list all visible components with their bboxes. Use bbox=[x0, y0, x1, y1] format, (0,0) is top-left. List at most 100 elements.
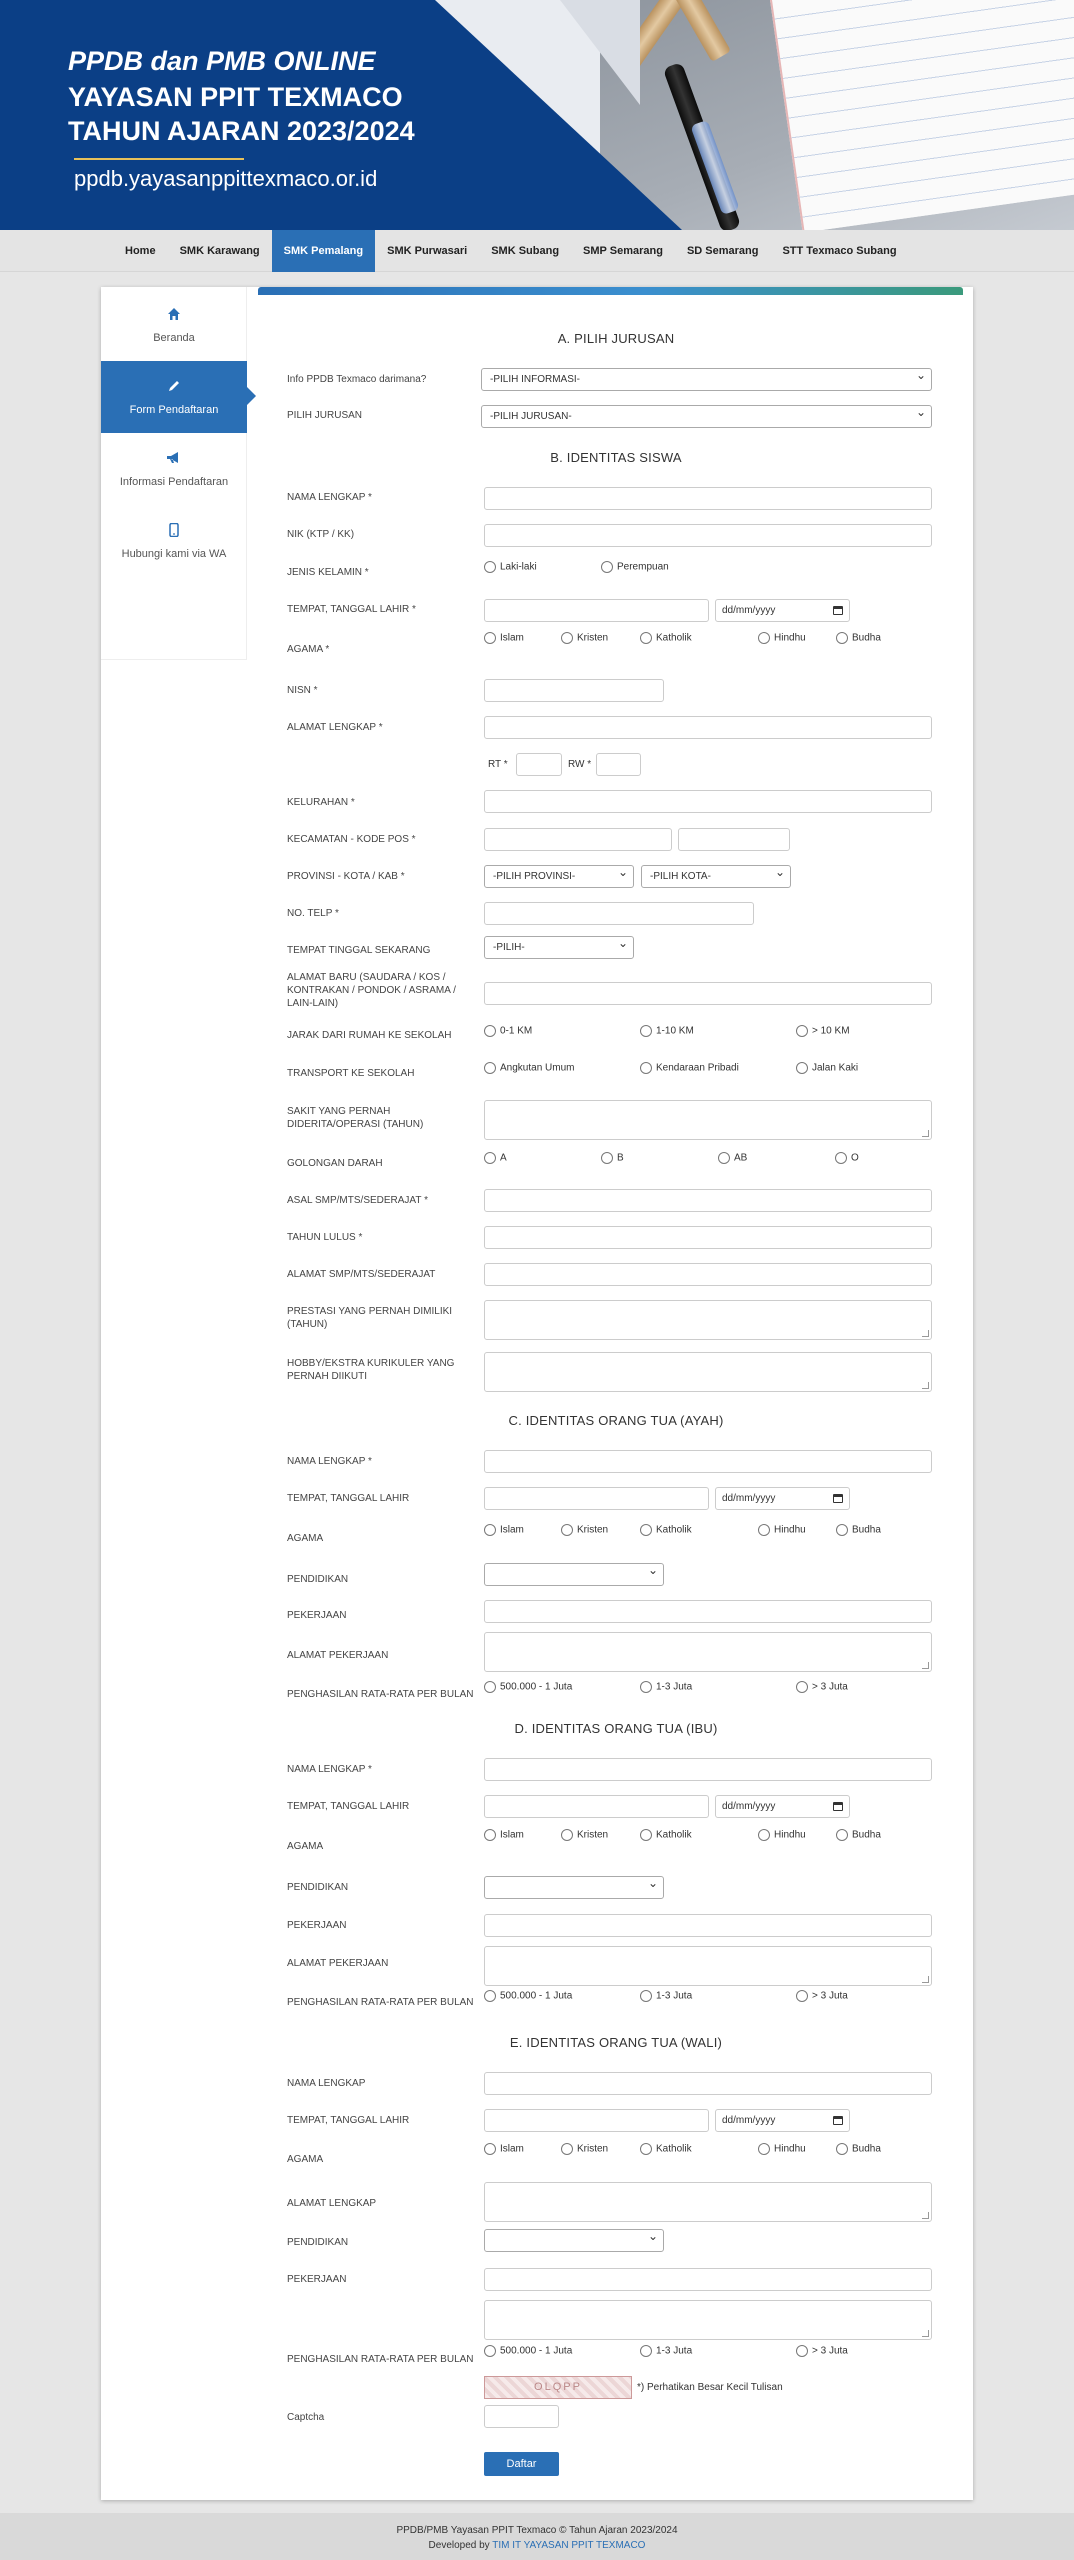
sidebar-item-form-pendaftaran[interactable]: Form Pendaftaran bbox=[101, 361, 256, 433]
select-pendidikan-wali[interactable] bbox=[484, 2226, 664, 2252]
nav-smk-purwasari[interactable]: SMK Purwasari bbox=[375, 230, 479, 272]
radio-agama-ayah-hindhu[interactable]: Hindhu bbox=[758, 1524, 806, 1536]
header-divider bbox=[74, 158, 244, 160]
input-tahun-lulus[interactable] bbox=[484, 1226, 932, 1249]
input-rw[interactable] bbox=[596, 753, 641, 776]
select-info[interactable]: -PILIH INFORMASI- bbox=[481, 365, 932, 391]
input-pekerjaan-wali[interactable] bbox=[484, 2268, 932, 2291]
radio-jarak-0-1[interactable]: 0-1 KM bbox=[484, 1025, 532, 1037]
radio-agama-ibu-budha[interactable]: Budha bbox=[836, 1829, 881, 1841]
textarea-prestasi[interactable] bbox=[484, 1300, 932, 1340]
radio-angkutan-umum[interactable]: Angkutan Umum bbox=[484, 1062, 574, 1074]
textarea-alamat-pekerjaan-ibu[interactable] bbox=[484, 1946, 932, 1986]
radio-jarak-1-10[interactable]: 1-10 KM bbox=[640, 1025, 694, 1037]
textarea-alamat-pekerjaan-ayah[interactable] bbox=[484, 1632, 932, 1672]
input-asal-sekolah[interactable] bbox=[484, 1189, 932, 1212]
radio-laki-laki[interactable]: Laki-laki bbox=[484, 561, 537, 573]
radio-jalan-kaki[interactable]: Jalan Kaki bbox=[796, 1062, 858, 1074]
nav-smk-subang[interactable]: SMK Subang bbox=[479, 230, 571, 272]
radio-penghasilan-ibu-3[interactable]: > 3 Juta bbox=[796, 1990, 848, 2002]
input-kode-pos[interactable] bbox=[678, 828, 790, 851]
textarea-alamat-pekerjaan-wali[interactable] bbox=[484, 2300, 932, 2340]
radio-penghasilan-wali-3[interactable]: > 3 Juta bbox=[796, 2345, 848, 2357]
nav-sd-semarang[interactable]: SD Semarang bbox=[675, 230, 771, 272]
input-tanggal-lahir-wali[interactable]: dd/mm/yyyy bbox=[715, 2109, 850, 2132]
radio-agama-ayah-islam[interactable]: Islam bbox=[484, 1524, 524, 1536]
input-telp[interactable] bbox=[484, 902, 754, 925]
radio-agama-ibu-islam[interactable]: Islam bbox=[484, 1829, 524, 1841]
radio-jarak-10[interactable]: > 10 KM bbox=[796, 1025, 850, 1037]
textarea-alamat-wali[interactable] bbox=[484, 2182, 932, 2222]
sidebar-item-hubungi-wa[interactable]: Hubungi kami via WA bbox=[101, 505, 247, 577]
select-jurusan[interactable]: -PILIH JURUSAN- bbox=[481, 402, 932, 428]
radio-agama-wali-katholik[interactable]: Katholik bbox=[640, 2143, 692, 2155]
input-tempat-lahir-ayah[interactable] bbox=[484, 1487, 709, 1510]
radio-agama-ibu-kristen[interactable]: Kristen bbox=[561, 1829, 608, 1841]
radio-agama-hindhu[interactable]: Hindhu bbox=[758, 632, 806, 644]
textarea-hobby[interactable] bbox=[484, 1352, 932, 1392]
input-tempat-lahir-ibu[interactable] bbox=[484, 1795, 709, 1818]
input-nama-ibu[interactable] bbox=[484, 1758, 932, 1781]
footer-developer-link[interactable]: TIM IT YAYASAN PPIT TEXMACO bbox=[492, 2540, 645, 2551]
radio-perempuan[interactable]: Perempuan bbox=[601, 561, 669, 573]
nav-smk-karawang[interactable]: SMK Karawang bbox=[168, 230, 272, 272]
radio-agama-budha[interactable]: Budha bbox=[836, 632, 881, 644]
input-alamat-baru[interactable] bbox=[484, 982, 932, 1005]
input-kelurahan[interactable] bbox=[484, 790, 932, 813]
radio-agama-katholik[interactable]: Katholik bbox=[640, 632, 692, 644]
select-tempat-tinggal[interactable]: -PILIH- bbox=[484, 933, 634, 959]
radio-agama-ibu-hindhu[interactable]: Hindhu bbox=[758, 1829, 806, 1841]
radio-goldar-b[interactable]: B bbox=[601, 1152, 624, 1164]
input-captcha[interactable] bbox=[484, 2405, 559, 2428]
radio-penghasilan-ibu-2[interactable]: 1-3 Juta bbox=[640, 1990, 692, 2002]
radio-agama-wali-hindhu[interactable]: Hindhu bbox=[758, 2143, 806, 2155]
select-kota[interactable]: -PILIH KOTA- bbox=[641, 862, 791, 888]
radio-penghasilan-wali-2[interactable]: 1-3 Juta bbox=[640, 2345, 692, 2357]
radio-penghasilan-ayah-3[interactable]: > 3 Juta bbox=[796, 1681, 848, 1693]
radio-agama-ayah-katholik[interactable]: Katholik bbox=[640, 1524, 692, 1536]
input-nisn[interactable] bbox=[484, 679, 664, 702]
nav-home[interactable]: Home bbox=[113, 230, 168, 272]
nav-smk-pemalang[interactable]: SMK Pemalang bbox=[271, 230, 376, 272]
sidebar-item-beranda[interactable]: Beranda bbox=[101, 289, 247, 361]
input-tanggal-lahir-ibu[interactable]: dd/mm/yyyy bbox=[715, 1795, 850, 1818]
radio-goldar-ab[interactable]: AB bbox=[718, 1152, 747, 1164]
input-tanggal-lahir-siswa[interactable]: dd/mm/yyyy bbox=[715, 599, 850, 622]
radio-penghasilan-ayah-2[interactable]: 1-3 Juta bbox=[640, 1681, 692, 1693]
input-nik[interactable] bbox=[484, 524, 932, 547]
sidebar-item-informasi[interactable]: Informasi Pendaftaran bbox=[101, 433, 247, 505]
select-pendidikan-ibu[interactable] bbox=[484, 1873, 664, 1899]
input-tanggal-lahir-ayah[interactable]: dd/mm/yyyy bbox=[715, 1487, 850, 1510]
input-rt[interactable] bbox=[516, 753, 562, 776]
input-tempat-lahir-wali[interactable] bbox=[484, 2109, 709, 2132]
radio-agama-wali-islam[interactable]: Islam bbox=[484, 2143, 524, 2155]
radio-agama-ayah-budha[interactable]: Budha bbox=[836, 1524, 881, 1536]
select-pendidikan-ayah[interactable] bbox=[484, 1560, 664, 1586]
input-alamat-smp[interactable] bbox=[484, 1263, 932, 1286]
radio-agama-wali-budha[interactable]: Budha bbox=[836, 2143, 881, 2155]
radio-goldar-a[interactable]: A bbox=[484, 1152, 507, 1164]
input-nama-ayah[interactable] bbox=[484, 1450, 932, 1473]
radio-agama-ibu-katholik[interactable]: Katholik bbox=[640, 1829, 692, 1841]
nav-stt-texmaco-subang[interactable]: STT Texmaco Subang bbox=[770, 230, 908, 272]
textarea-sakit[interactable] bbox=[484, 1100, 932, 1140]
select-provinsi[interactable]: -PILIH PROVINSI- bbox=[484, 862, 634, 888]
input-alamat-siswa[interactable] bbox=[484, 716, 932, 739]
radio-agama-ayah-kristen[interactable]: Kristen bbox=[561, 1524, 608, 1536]
radio-penghasilan-ibu-1[interactable]: 500.000 - 1 Juta bbox=[484, 1990, 572, 2002]
input-kecamatan[interactable] bbox=[484, 828, 672, 851]
radio-penghasilan-ayah-1[interactable]: 500.000 - 1 Juta bbox=[484, 1681, 572, 1693]
input-nama-wali[interactable] bbox=[484, 2072, 932, 2095]
input-pekerjaan-ibu[interactable] bbox=[484, 1914, 932, 1937]
radio-kendaraan-pribadi[interactable]: Kendaraan Pribadi bbox=[640, 1062, 739, 1074]
radio-agama-islam[interactable]: Islam bbox=[484, 632, 524, 644]
input-pekerjaan-ayah[interactable] bbox=[484, 1600, 932, 1623]
daftar-button[interactable]: Daftar bbox=[484, 2452, 559, 2476]
radio-agama-wali-kristen[interactable]: Kristen bbox=[561, 2143, 608, 2155]
input-nama-siswa[interactable] bbox=[484, 487, 932, 510]
radio-goldar-o[interactable]: O bbox=[835, 1152, 859, 1164]
input-tempat-lahir-siswa[interactable] bbox=[484, 599, 709, 622]
radio-agama-kristen[interactable]: Kristen bbox=[561, 632, 608, 644]
nav-smp-semarang[interactable]: SMP Semarang bbox=[571, 230, 675, 272]
radio-penghasilan-wali-1[interactable]: 500.000 - 1 Juta bbox=[484, 2345, 572, 2357]
